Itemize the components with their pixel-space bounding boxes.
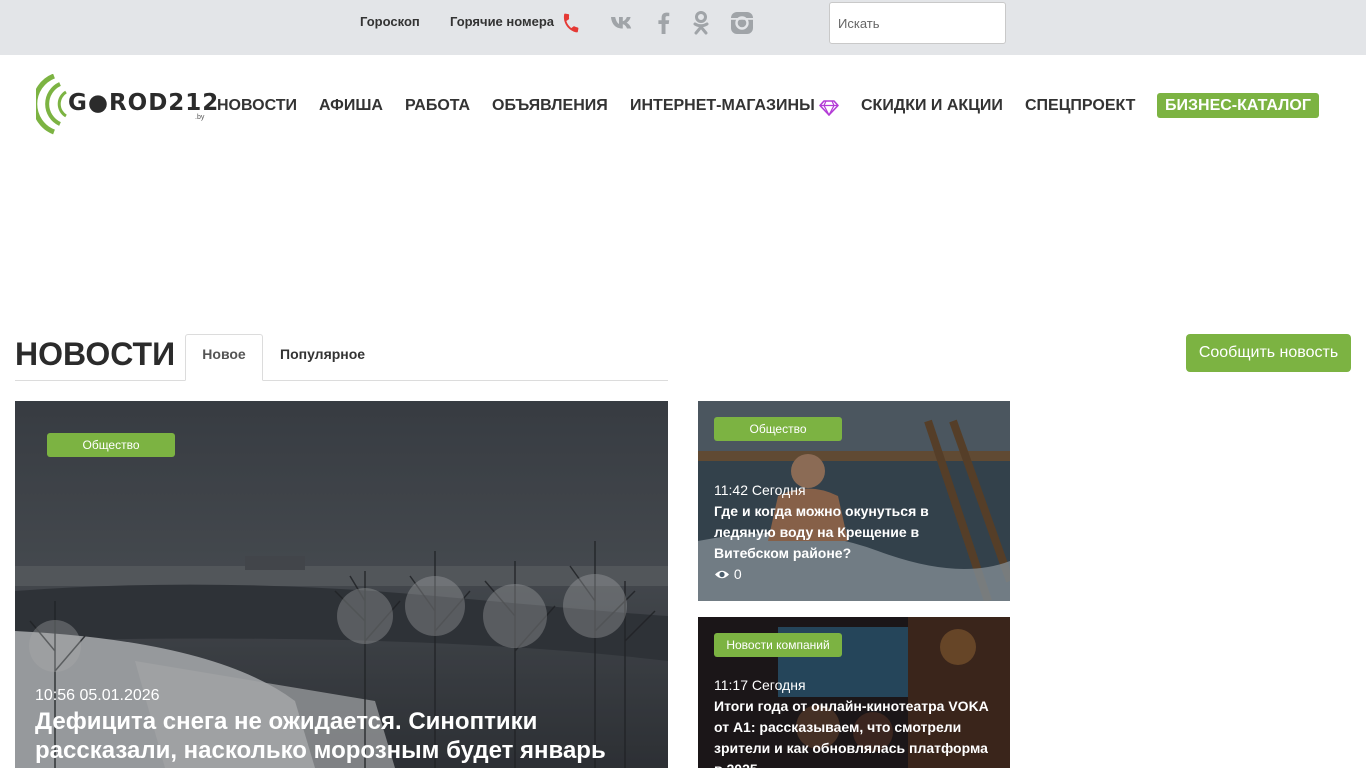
- news-section-title: НОВОСТИ: [15, 336, 176, 372]
- category-badge[interactable]: Общество: [47, 433, 175, 457]
- news-card-featured[interactable]: Общество 10:56 05.01.2026 Дефицита снега…: [15, 401, 668, 768]
- vk-icon[interactable]: [608, 8, 638, 38]
- nav-item-jobs[interactable]: РАБОТА: [405, 97, 470, 115]
- tab-popular[interactable]: Популярное: [280, 346, 365, 362]
- diamond-icon: [819, 100, 839, 116]
- tabs-divider: [15, 380, 668, 381]
- report-news-button[interactable]: Сообщить новость: [1186, 334, 1351, 372]
- nav-item-special-project[interactable]: СПЕЦПРОЕКТ: [1025, 97, 1135, 115]
- odnoklassniki-icon[interactable]: [686, 8, 716, 38]
- nav-item-afisha[interactable]: АФИША: [319, 97, 383, 115]
- news-headline[interactable]: Итоги года от онлайн-кинотеатра VOKA от …: [714, 696, 996, 768]
- nav-item-classifieds[interactable]: ОБЪЯВЛЕНИЯ: [492, 97, 608, 115]
- top-bar: Гороскоп Горячие номера: [0, 0, 1366, 55]
- news-timestamp: 11:42 Сегодня: [714, 482, 806, 498]
- phone-icon[interactable]: [560, 12, 582, 34]
- instagram-icon[interactable]: [727, 8, 757, 38]
- news-timestamp: 10:56 05.01.2026: [35, 687, 160, 704]
- business-catalog-button[interactable]: БИЗНЕС-КАТАЛОГ: [1157, 93, 1319, 118]
- category-badge[interactable]: Общество: [714, 417, 842, 441]
- news-headline[interactable]: Где и когда можно окунуться в ледяную во…: [714, 501, 994, 564]
- horoscope-link[interactable]: Гороскоп: [360, 14, 420, 29]
- tab-new[interactable]: Новое: [185, 334, 263, 381]
- nav-item-online-shops[interactable]: ИНТЕРНЕТ-МАГАЗИНЫ: [630, 97, 815, 115]
- views-counter: 0: [714, 566, 742, 582]
- views-count: 0: [733, 566, 742, 582]
- news-card[interactable]: Общество 11:42 Сегодня Где и когда можно…: [698, 401, 1010, 601]
- news-timestamp: 11:17 Сегодня: [714, 677, 806, 693]
- news-card[interactable]: Новости компаний 11:17 Сегодня Итоги год…: [698, 617, 1010, 768]
- hot-numbers-link[interactable]: Горячие номера: [450, 14, 554, 29]
- nav-item-news[interactable]: НОВОСТИ: [217, 97, 297, 115]
- news-headline[interactable]: Дефицита снега не ожидается. Синоптики р…: [35, 707, 635, 765]
- category-badge[interactable]: Новости компаний: [714, 633, 842, 657]
- facebook-icon[interactable]: [649, 8, 679, 38]
- search-input[interactable]: [829, 2, 1006, 44]
- eye-icon: [715, 570, 729, 579]
- nav-item-discounts[interactable]: СКИДКИ И АКЦИИ: [861, 97, 1003, 115]
